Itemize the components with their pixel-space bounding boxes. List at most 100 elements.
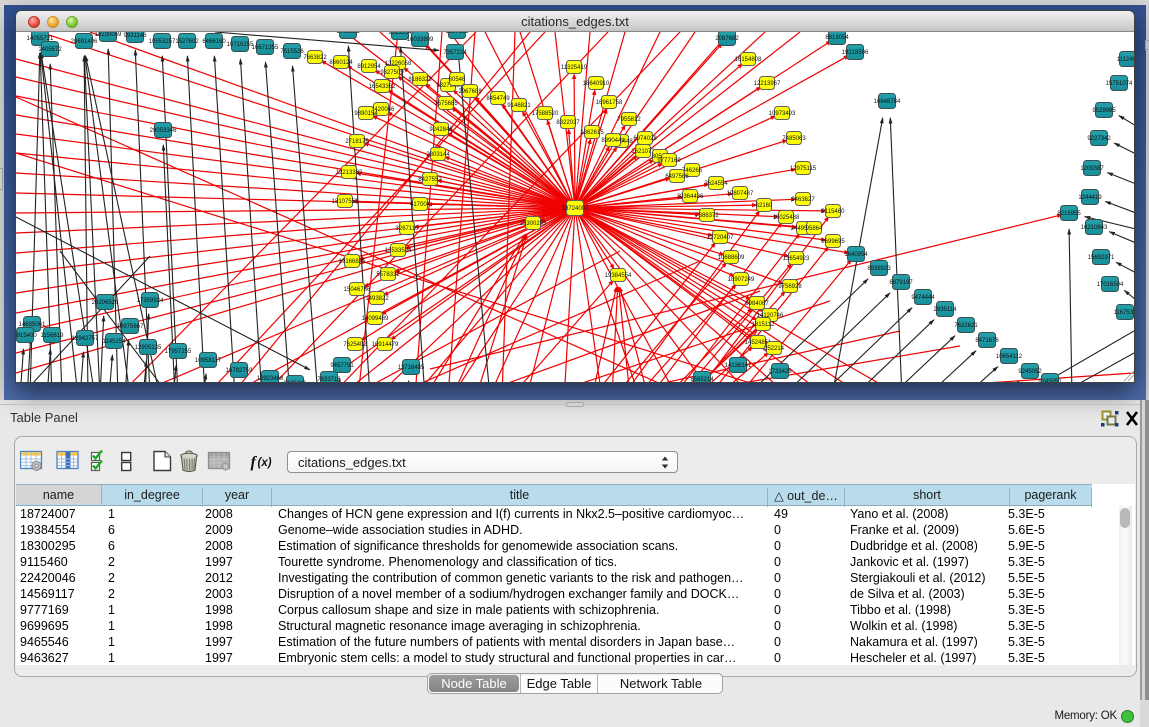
- svg-text:8454749: 8454749: [486, 96, 510, 102]
- svg-text:25300293: 25300293: [520, 221, 547, 227]
- svg-text:9529965: 9529965: [1092, 108, 1116, 114]
- svg-text:20364436: 20364436: [677, 194, 704, 200]
- svg-text:20691406: 20691406: [71, 39, 98, 45]
- svg-text:12975115: 12975115: [790, 166, 817, 172]
- svg-text:9227342: 9227342: [1087, 136, 1111, 142]
- svg-text:9245052: 9245052: [1018, 369, 1042, 375]
- svg-text:14099489: 14099489: [362, 316, 389, 322]
- svg-text:16210643: 16210643: [1081, 225, 1108, 231]
- svg-text:8990441: 8990441: [601, 138, 625, 144]
- svg-text:7633716: 7633716: [317, 377, 341, 382]
- svg-text:1405572: 1405572: [38, 47, 62, 53]
- svg-text:3675685: 3675685: [434, 101, 458, 107]
- svg-text:9135411: 9135411: [284, 381, 308, 382]
- svg-text:9242848: 9242848: [429, 127, 453, 133]
- svg-text:18640910: 18640910: [583, 81, 610, 87]
- svg-text:15046766: 15046766: [344, 287, 371, 293]
- svg-text:2803144: 2803144: [426, 152, 450, 158]
- svg-text:1145154: 1145154: [103, 339, 127, 345]
- svg-text:8660124: 8660124: [329, 60, 353, 66]
- svg-text:10553257: 10553257: [149, 39, 176, 45]
- svg-text:7357224: 7357224: [443, 50, 467, 56]
- svg-text:1493822: 1493822: [365, 296, 389, 302]
- svg-text:8322037: 8322037: [556, 120, 580, 126]
- svg-text:f: f: [251, 454, 258, 471]
- svg-text:9146821: 9146821: [507, 103, 531, 109]
- svg-text:9313554: 9313554: [388, 32, 412, 36]
- svg-text:7632621: 7632621: [954, 323, 978, 329]
- svg-text:10973493: 10973493: [769, 111, 796, 117]
- svg-text:9777169: 9777169: [657, 158, 681, 164]
- svg-text:17957255: 17957255: [165, 349, 192, 355]
- svg-text:7625402: 7625402: [343, 342, 367, 348]
- svg-text:2718176: 2718176: [345, 139, 369, 145]
- svg-text:7515526: 7515526: [280, 49, 304, 55]
- svg-text:16033809: 16033809: [407, 37, 434, 43]
- svg-text:8215955: 8215955: [1057, 211, 1081, 217]
- svg-text:18230059: 18230059: [95, 32, 122, 38]
- svg-text:13654923: 13654923: [783, 256, 810, 262]
- svg-text:2935114: 2935114: [934, 307, 958, 313]
- svg-text:252214: 252214: [764, 346, 785, 352]
- svg-text:1065521: 1065521: [336, 32, 360, 35]
- svg-text:9327509: 9327509: [380, 70, 404, 76]
- svg-text:80546: 80546: [449, 77, 466, 83]
- svg-text:13716485: 13716485: [398, 365, 425, 371]
- svg-text:2967608: 2967608: [458, 89, 482, 95]
- svg-text:16961758: 16961758: [596, 100, 623, 106]
- svg-text:10025488: 10025488: [773, 215, 800, 221]
- svg-text:1209387: 1209387: [1080, 166, 1104, 172]
- svg-text:8938923: 8938923: [867, 266, 891, 272]
- svg-text:19218506: 19218506: [842, 50, 869, 56]
- svg-text:7386372: 7386372: [695, 213, 719, 219]
- svg-text:16154808: 16154808: [735, 57, 762, 63]
- svg-text:10688609: 10688609: [718, 255, 745, 261]
- svg-text:10958117: 10958117: [195, 358, 222, 364]
- svg-text:9115460: 9115460: [822, 209, 846, 215]
- svg-text:3267110: 3267110: [396, 226, 420, 232]
- svg-text:10654112: 10654112: [996, 354, 1023, 360]
- svg-text:16648784: 16648784: [874, 99, 901, 105]
- svg-text:1815112: 1815112: [752, 322, 776, 328]
- svg-text:20206526: 20206526: [92, 300, 119, 306]
- svg-text:1244419: 1244419: [1078, 195, 1102, 201]
- svg-text:3915400: 3915400: [16, 333, 37, 339]
- svg-text:12213382: 12213382: [336, 170, 363, 176]
- svg-text:1362615: 1362615: [580, 130, 604, 136]
- svg-text:9463627: 9463627: [791, 197, 815, 203]
- svg-text:9457791: 9457791: [330, 363, 354, 369]
- svg-text:62160: 62160: [756, 203, 773, 209]
- svg-text:8813054: 8813054: [825, 35, 849, 41]
- svg-text:3624554: 3624554: [704, 181, 728, 187]
- svg-text:29053346: 29053346: [150, 128, 177, 134]
- svg-text:12720407: 12720407: [707, 235, 734, 241]
- svg-text:12942757: 12942757: [72, 336, 99, 342]
- svg-text:1112406: 1112406: [1117, 57, 1134, 63]
- svg-text:8912954: 8912954: [357, 64, 381, 70]
- svg-text:18907249: 18907249: [728, 277, 755, 283]
- svg-text:7955812: 7955812: [617, 117, 641, 123]
- svg-text:18107552: 18107552: [332, 199, 359, 205]
- svg-text:15751074: 15751074: [1106, 81, 1133, 87]
- svg-text:1640954: 1640954: [844, 252, 868, 258]
- svg-text:9890154: 9890154: [354, 111, 378, 117]
- svg-text:12923468: 12923468: [257, 376, 284, 382]
- svg-text:9699695: 9699695: [821, 239, 845, 245]
- svg-text:11325419: 11325419: [561, 65, 588, 71]
- svg-text:10719155: 10719155: [227, 42, 254, 48]
- svg-text:10807487: 10807487: [727, 191, 754, 197]
- svg-text:6879197: 6879197: [889, 280, 913, 286]
- svg-text:6497568: 6497568: [665, 174, 689, 180]
- svg-text:17016504: 17016504: [1097, 282, 1124, 288]
- svg-text:1156819: 1156819: [41, 333, 65, 339]
- svg-text:1527525: 1527525: [445, 32, 469, 35]
- svg-text:8471676: 8471676: [975, 338, 999, 344]
- svg-text:17359924: 17359924: [137, 298, 164, 304]
- svg-text:13533594: 13533594: [385, 248, 412, 254]
- svg-text:12905135: 12905135: [135, 345, 162, 351]
- svg-text:(x): (x): [258, 457, 272, 469]
- svg-text:9984067: 9984067: [745, 301, 769, 307]
- svg-text:16671355: 16671355: [252, 45, 279, 51]
- svg-text:16914479: 16914479: [372, 342, 399, 348]
- svg-text:18724007: 18724007: [562, 206, 589, 212]
